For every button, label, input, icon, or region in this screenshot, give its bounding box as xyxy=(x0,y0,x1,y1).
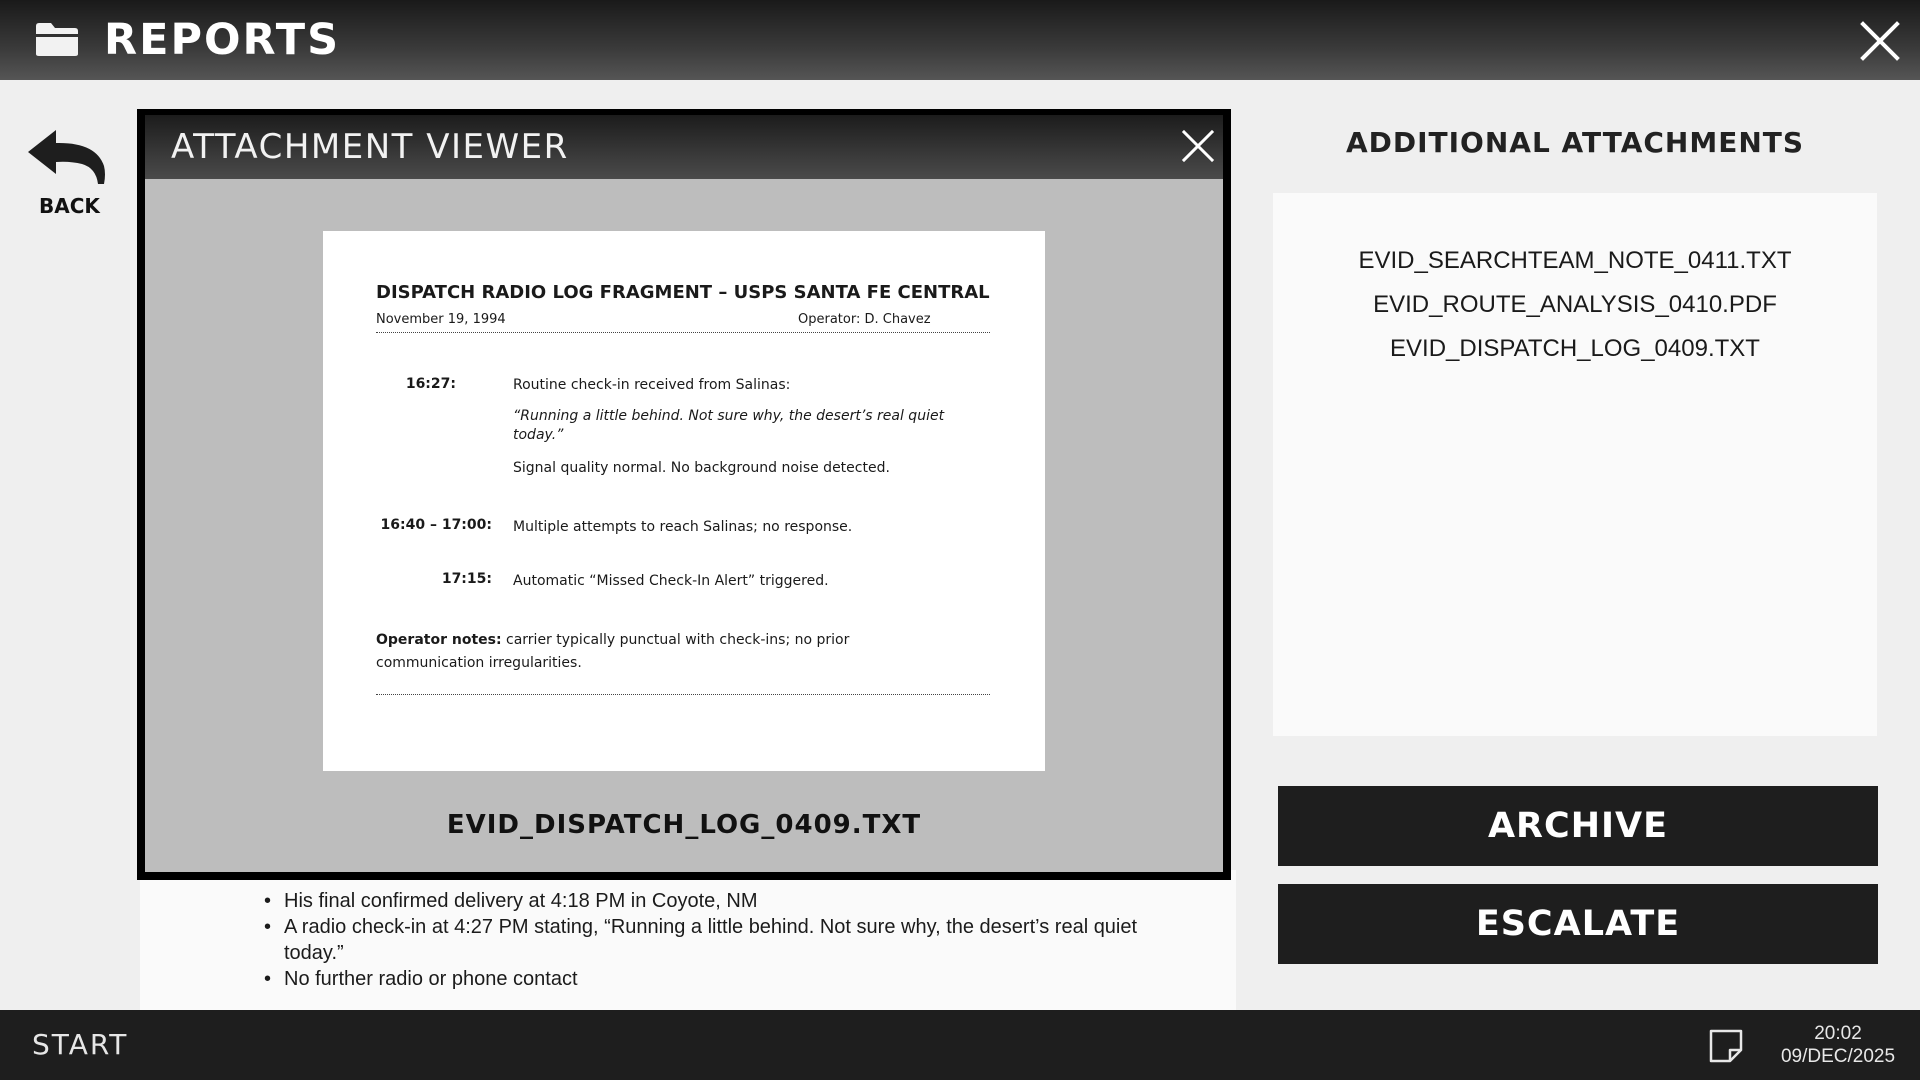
document-date: November 19, 1994 xyxy=(376,312,506,327)
attachment-item[interactable]: EVID_SEARCHTEAM_NOTE_0411.TXT xyxy=(1273,247,1877,275)
sticky-note-icon[interactable] xyxy=(1708,1028,1744,1064)
viewer-close-icon[interactable] xyxy=(1181,129,1215,163)
report-bullet: A radio check-in at 4:27 PM stating, “Ru… xyxy=(262,914,1142,966)
back-button[interactable]: BACK xyxy=(22,128,112,220)
system-clock: 20:02 09/DEC/2025 xyxy=(1770,1022,1906,1068)
escalate-button[interactable]: ESCALATE xyxy=(1278,884,1878,964)
taskbar: START 20:02 09/DEC/2025 xyxy=(0,1010,1920,1080)
attachment-item[interactable]: EVID_ROUTE_ANALYSIS_0410.PDF xyxy=(1273,291,1877,319)
app-header: REPORTS xyxy=(0,0,1920,80)
log-text: Routine check-in received from Salinas: xyxy=(513,377,791,393)
log-text: Multiple attempts to reach Salinas; no r… xyxy=(513,519,853,535)
back-arrow-icon xyxy=(28,130,105,184)
viewer-filename: EVID_DISPATCH_LOG_0409.TXT xyxy=(446,810,922,840)
log-quote: “Running a little behind. Not sure why, … xyxy=(513,408,945,443)
clock-time: 20:02 xyxy=(1814,1023,1862,1044)
document-title: DISPATCH RADIO LOG FRAGMENT – USPS SANTA… xyxy=(376,282,990,303)
report-bullet-list: His final confirmed delivery at 4:18 PM … xyxy=(262,888,1142,992)
operator-notes-label: Operator notes: xyxy=(376,632,502,648)
document-operator: Operator: D. Chavez xyxy=(798,312,931,327)
viewer-titlebar: ATTACHMENT VIEWER xyxy=(145,115,1223,179)
log-time: 17:15: xyxy=(441,571,492,587)
document-divider xyxy=(376,332,990,333)
report-bullet: No further radio or phone contact xyxy=(262,966,1142,992)
viewer-title: ATTACHMENT VIEWER xyxy=(171,127,569,167)
document-page: DISPATCH RADIO LOG FRAGMENT – USPS SANTA… xyxy=(323,231,1045,771)
start-button[interactable]: START xyxy=(32,1028,128,1061)
log-text: Automatic “Missed Check-In Alert” trigge… xyxy=(513,573,829,589)
log-time: 16:40 – 17:00: xyxy=(380,517,492,533)
attachments-list: EVID_SEARCHTEAM_NOTE_0411.TXT EVID_ROUTE… xyxy=(1273,193,1877,736)
archive-button[interactable]: ARCHIVE xyxy=(1278,786,1878,866)
operator-notes: Operator notes: carrier typically punctu… xyxy=(376,629,936,675)
close-icon[interactable] xyxy=(1858,19,1902,63)
attachment-item[interactable]: EVID_DISPATCH_LOG_0409.TXT xyxy=(1273,335,1877,363)
log-text: Signal quality normal. No background noi… xyxy=(513,460,890,476)
folder-icon xyxy=(36,23,78,56)
page-title: REPORTS xyxy=(104,15,341,65)
report-bullet: His final confirmed delivery at 4:18 PM … xyxy=(262,888,1142,914)
additional-attachments-heading: ADDITIONAL ATTACHMENTS xyxy=(1345,126,1805,159)
clock-date: 09/DEC/2025 xyxy=(1780,1046,1896,1067)
back-label: BACK xyxy=(39,194,100,218)
document-divider xyxy=(376,694,990,695)
log-time: 16:27: xyxy=(405,376,456,392)
